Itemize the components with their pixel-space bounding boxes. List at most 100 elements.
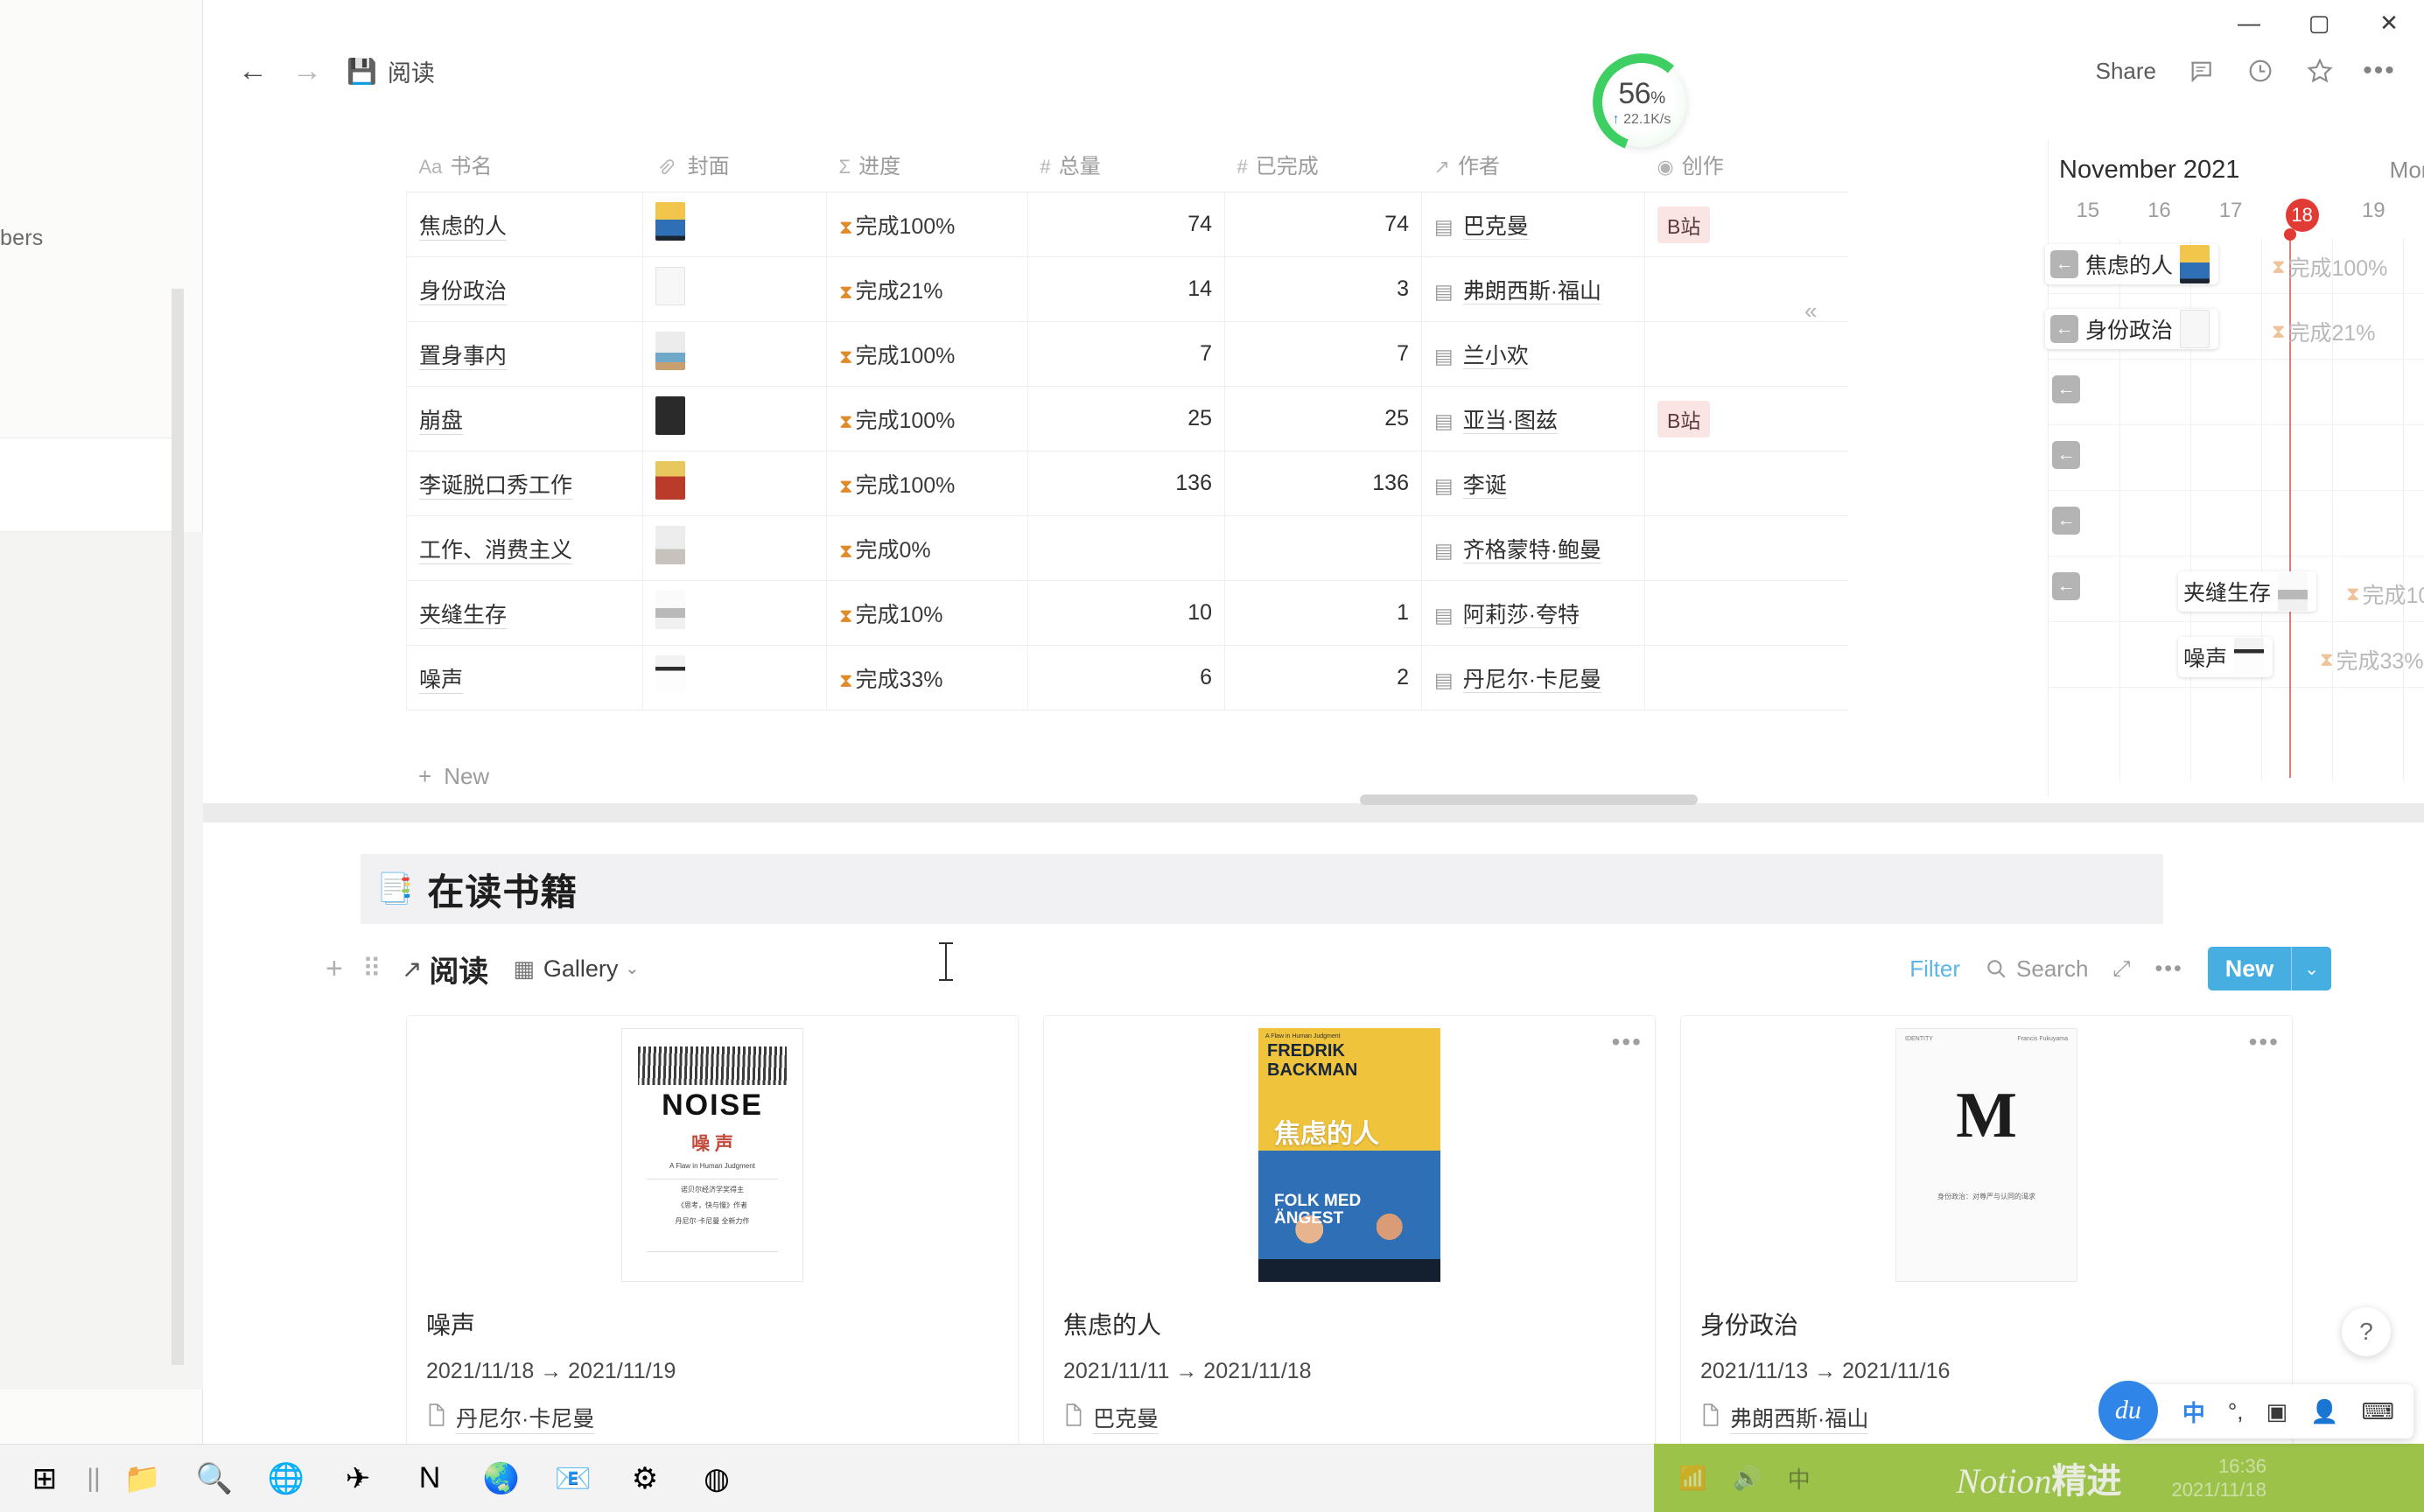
cell-progress[interactable]: ⧗ 完成0%: [826, 515, 1028, 581]
cell-author[interactable]: ▤ 巴克曼: [1421, 192, 1645, 257]
cell-create[interactable]: [1644, 321, 1848, 387]
cell-cover[interactable]: [642, 451, 827, 516]
card-more-icon[interactable]: •••: [2249, 1028, 2280, 1056]
taskbar-app-obs[interactable]: ◍: [681, 1445, 753, 1512]
cell-total[interactable]: 6: [1027, 645, 1225, 710]
cell-progress[interactable]: ⧗ 完成100%: [826, 451, 1028, 516]
ime-toolbox-icon[interactable]: ▣: [2266, 1398, 2288, 1425]
cell-create[interactable]: [1644, 580, 1848, 646]
cell-total[interactable]: [1027, 515, 1225, 581]
cell-cover[interactable]: [642, 580, 827, 646]
ime-punctuation-icon[interactable]: °,: [2228, 1398, 2244, 1425]
taskbar-app-settings[interactable]: ⚙: [609, 1445, 681, 1512]
ime-user-icon[interactable]: 👤: [2310, 1398, 2338, 1425]
table-row[interactable]: 焦虑的人⧗完成100%7474▤巴克曼B站在读: [406, 192, 1848, 257]
cell-create[interactable]: [1644, 515, 1848, 581]
cell-total[interactable]: 14: [1027, 256, 1225, 322]
gallery-card[interactable]: NOISE 噪 声 A Flaw in Human Judgment 诺贝尔经济…: [406, 1015, 1019, 1470]
table-row[interactable]: 噪声⧗完成33%62▤丹尼尔·卡尼曼在读: [406, 645, 1848, 710]
cell-completed[interactable]: 25: [1224, 386, 1422, 452]
filter-button[interactable]: Filter: [1909, 956, 1960, 983]
cell-total[interactable]: 136: [1027, 451, 1225, 516]
comment-icon[interactable]: [2186, 56, 2216, 86]
column-header-completed[interactable]: # 已完成: [1224, 140, 1422, 192]
page-scroll-thumb[interactable]: [1360, 794, 1698, 805]
column-header-name[interactable]: Aa 书名: [406, 140, 643, 192]
calendar-view-select[interactable]: Month ⌄: [2390, 157, 2424, 184]
share-button[interactable]: Share: [2096, 58, 2156, 85]
cell-completed[interactable]: 3: [1224, 256, 1422, 322]
taskbar-app-notion[interactable]: N: [394, 1445, 466, 1512]
table-row[interactable]: 置身事内⧗完成100%77▤兰小欢已读: [406, 321, 1848, 387]
cell-total[interactable]: 74: [1027, 192, 1225, 257]
cell-book-name[interactable]: 夹缝生存: [406, 580, 643, 646]
cell-total[interactable]: 25: [1027, 386, 1225, 452]
ime-keyboard-icon[interactable]: ⌨: [2361, 1398, 2394, 1425]
column-header-progress[interactable]: Σ 进度: [826, 140, 1028, 192]
cell-create[interactable]: B站: [1644, 386, 1848, 452]
table-row[interactable]: 崩盘⧗完成100%2525▤亚当·图兹B站已读: [406, 386, 1848, 452]
search-button[interactable]: Search: [1985, 956, 2088, 983]
column-header-cover[interactable]: 封面: [642, 140, 827, 192]
chevron-down-icon[interactable]: ⌄: [2292, 947, 2331, 990]
calendar-event[interactable]: 夹缝生存: [2178, 571, 2317, 612]
taskbar-app-explorer[interactable]: 📁: [107, 1445, 179, 1512]
cell-create[interactable]: [1644, 256, 1848, 322]
cell-progress[interactable]: ⧗ 完成100%: [826, 321, 1028, 387]
cell-create[interactable]: B站: [1644, 192, 1848, 257]
calendar-day[interactable]: 15: [2052, 199, 2124, 232]
star-icon[interactable]: [2305, 56, 2335, 86]
cell-book-name[interactable]: 崩盘: [406, 386, 643, 452]
new-item-button[interactable]: New ⌄: [2207, 947, 2331, 990]
calendar-day[interactable]: 20: [2409, 199, 2424, 232]
cell-progress[interactable]: ⧗ 完成33%: [826, 645, 1028, 710]
card-author[interactable]: 巴克曼: [1063, 1402, 1636, 1434]
ime-toolbar[interactable]: du 中 °, ▣ 👤 ⌨: [2098, 1381, 2413, 1440]
ime-mode-chinese[interactable]: 中: [2182, 1396, 2205, 1428]
cell-author[interactable]: ▤ 齐格蒙特·鲍曼: [1421, 515, 1645, 581]
resize-left-icon[interactable]: ←: [2050, 315, 2078, 343]
table-row[interactable]: 夹缝生存⧗完成10%101▤阿莉莎·夸特想读: [406, 580, 1848, 646]
taskbar-app-chrome[interactable]: 🌏: [466, 1445, 537, 1512]
close-button[interactable]: ✕: [2354, 0, 2424, 46]
help-button[interactable]: ?: [2342, 1307, 2391, 1356]
resize-left-icon[interactable]: ←: [2052, 507, 2080, 535]
calendar-event[interactable]: ← 身份政治: [2045, 309, 2219, 349]
more-options-icon[interactable]: •••: [2154, 956, 2182, 982]
resize-left-icon[interactable]: ←: [2052, 572, 2080, 600]
cell-completed[interactable]: 7: [1224, 321, 1422, 387]
more-options-icon[interactable]: •••: [2363, 56, 2394, 86]
calendar-day[interactable]: 19: [2338, 199, 2410, 232]
taskbar-app-browser[interactable]: 🌐: [250, 1445, 322, 1512]
minimize-button[interactable]: —: [2214, 0, 2284, 46]
table-row[interactable]: 李诞脱口秀工作⧗完成100%136136▤李诞已读: [406, 451, 1848, 516]
cell-create[interactable]: [1644, 451, 1848, 516]
cell-completed[interactable]: 136: [1224, 451, 1422, 516]
taskbar-app-mail[interactable]: 📧: [537, 1445, 609, 1512]
calendar-day[interactable]: 16: [2124, 199, 2196, 232]
breadcrumb[interactable]: 阅读: [388, 54, 435, 88]
cell-create[interactable]: [1644, 645, 1848, 710]
taskbar-app-search[interactable]: 🔍: [179, 1445, 250, 1512]
cell-cover[interactable]: [642, 192, 827, 257]
cell-progress[interactable]: ⧗ 完成10%: [826, 580, 1028, 646]
cell-cover[interactable]: [642, 515, 827, 581]
background-scrollbar[interactable]: [172, 289, 184, 1365]
cell-author[interactable]: ▤ 弗朗西斯·福山: [1421, 256, 1645, 322]
resize-left-icon[interactable]: ←: [2050, 250, 2078, 278]
cell-author[interactable]: ▤ 亚当·图兹: [1421, 386, 1645, 452]
cell-completed[interactable]: 74: [1224, 192, 1422, 257]
forward-icon[interactable]: →: [292, 54, 322, 88]
cell-completed[interactable]: [1224, 515, 1422, 581]
calendar-day[interactable]: 17: [2195, 199, 2266, 232]
cell-author[interactable]: ▤ 阿莉莎·夸特: [1421, 580, 1645, 646]
back-icon[interactable]: ←: [238, 54, 268, 88]
clock-icon[interactable]: [2245, 56, 2275, 86]
cell-progress[interactable]: ⧗ 完成100%: [826, 386, 1028, 452]
calendar-day[interactable]: 18: [2266, 199, 2338, 232]
new-row-button[interactable]: + New: [418, 763, 489, 790]
cell-cover[interactable]: [642, 645, 827, 710]
taskbar-app-telegram[interactable]: ✈: [322, 1445, 394, 1512]
cell-book-name[interactable]: 工作、消费主义: [406, 515, 643, 581]
cell-book-name[interactable]: 李诞脱口秀工作: [406, 451, 643, 516]
